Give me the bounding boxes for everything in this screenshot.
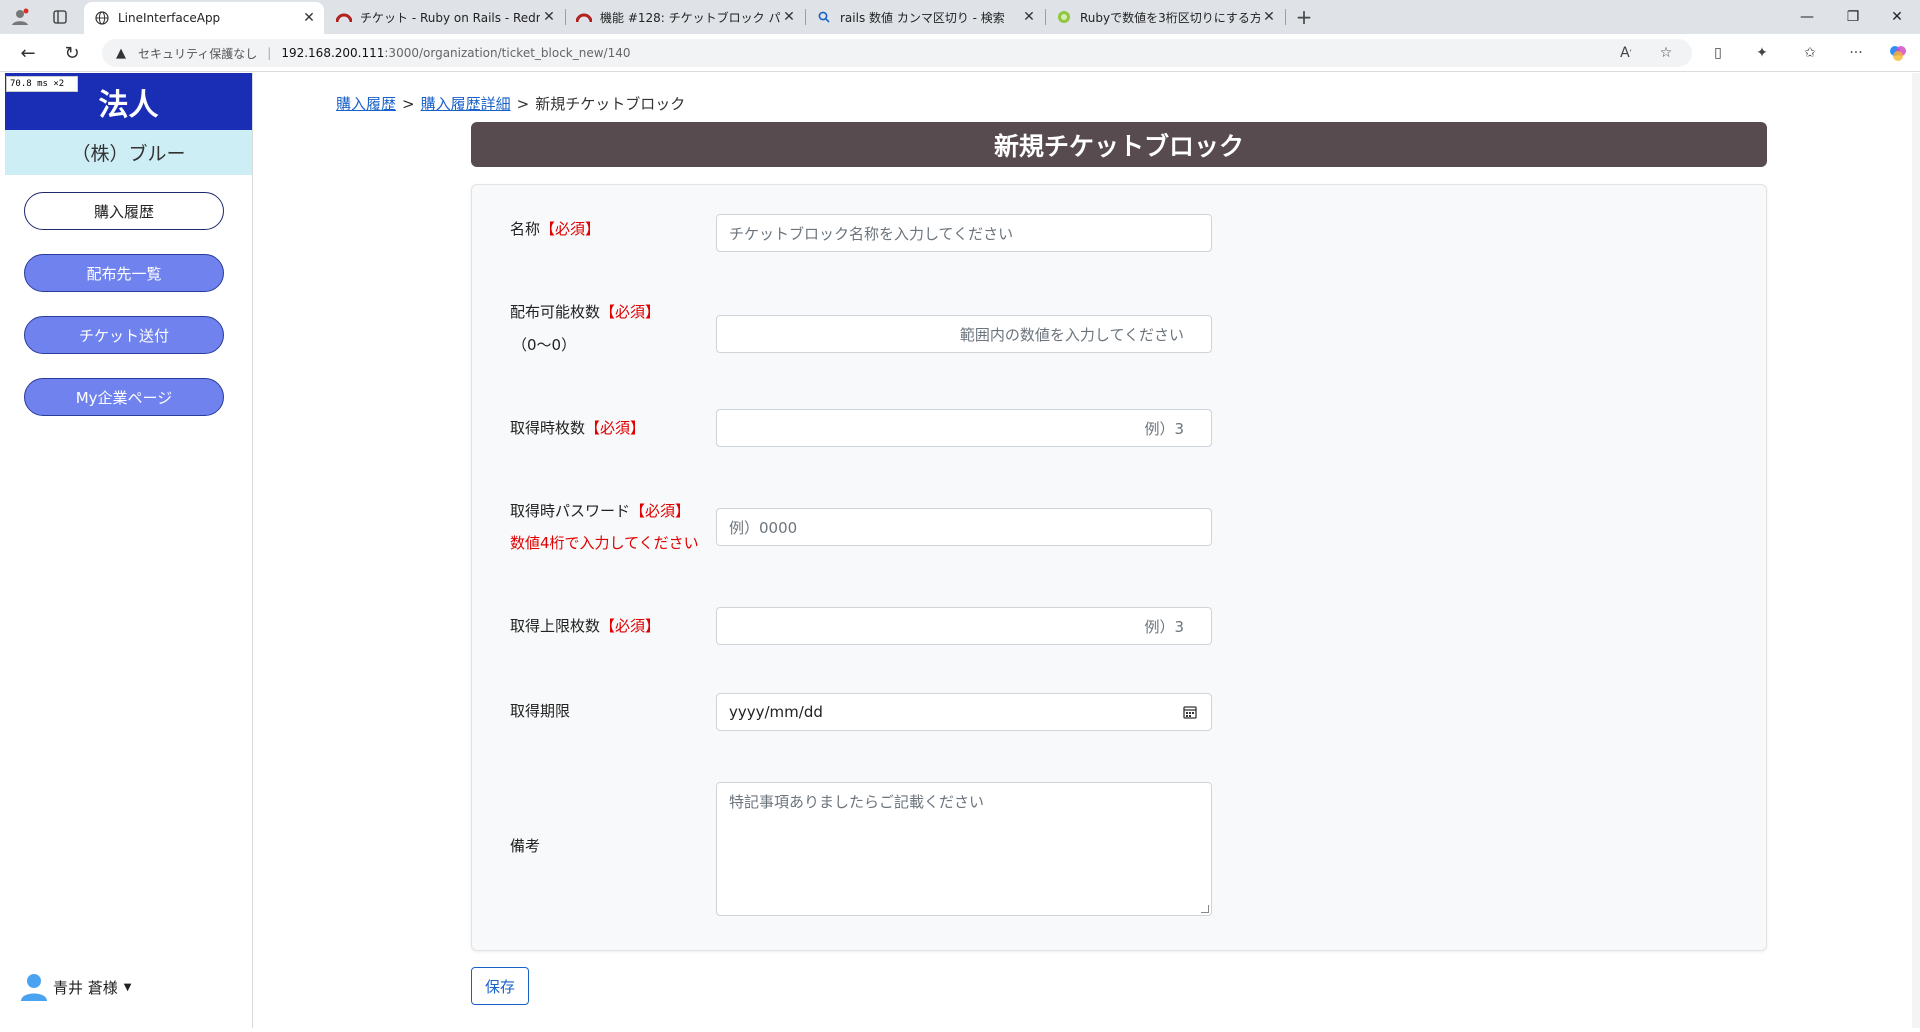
minimize-icon[interactable]: — bbox=[1784, 0, 1830, 34]
extensions-icon[interactable]: ✦ bbox=[1748, 39, 1776, 67]
sidebar-item-my-company[interactable]: My企業ページ bbox=[24, 378, 224, 416]
acquire-count-label-text: 取得時枚数 bbox=[510, 419, 586, 437]
user-name: 青井 蒼様 bbox=[53, 978, 118, 997]
copilot-icon[interactable] bbox=[1884, 39, 1912, 67]
favorite-star-icon[interactable]: ☆ bbox=[1652, 39, 1680, 67]
distributable-input[interactable]: 範囲内の数値を入力してください bbox=[716, 315, 1212, 353]
more-menu-icon[interactable]: ··· bbox=[1842, 39, 1870, 67]
main-content: 購入履歴 > 購入履歴詳細 > 新規チケットブロック 新規チケットブロック 名称【必須】… bbox=[254, 73, 1914, 1028]
restore-icon[interactable]: ❐ bbox=[1830, 0, 1876, 34]
tab-ruby-article[interactable]: Rubyで数値を3桁区切りにする方法 ✕ bbox=[1046, 0, 1284, 34]
calendar-icon[interactable] bbox=[1183, 705, 1197, 719]
page-scrollbar[interactable] bbox=[1912, 73, 1920, 1028]
remarks-label: 備考 bbox=[510, 837, 541, 855]
tab-title: Rubyで数値を3桁区切りにする方法 bbox=[1080, 10, 1260, 25]
save-button[interactable]: 保存 bbox=[471, 967, 529, 1005]
tab-lineinterfaceapp[interactable]: LineInterfaceApp ✕ bbox=[84, 2, 324, 34]
acquire-count-input[interactable]: 例）3 bbox=[716, 409, 1212, 447]
profile-icon[interactable] bbox=[10, 7, 30, 27]
tab-search[interactable]: rails 数値 カンマ区切り - 検索 ✕ bbox=[806, 0, 1044, 34]
remarks-textarea[interactable]: 特記事項ありましたらご記載ください bbox=[716, 782, 1212, 916]
tab-redmine-tickets[interactable]: チケット - Ruby on Rails - Redmine ✕ bbox=[326, 0, 564, 34]
breadcrumb-link-purchase-detail[interactable]: 購入履歴詳細 bbox=[421, 95, 511, 113]
acquire-count-label: 取得時枚数【必須】 bbox=[510, 417, 645, 438]
remarks-placeholder: 特記事項ありましたらご記載ください bbox=[729, 793, 985, 811]
user-menu[interactable]: 青井 蒼様 ▼ bbox=[21, 973, 131, 1001]
password-input[interactable]: 例）0000 bbox=[716, 508, 1212, 546]
deadline-label: 取得期限 bbox=[510, 702, 571, 720]
max-count-label: 取得上限枚数【必須】 bbox=[510, 615, 660, 636]
tab-close-icon[interactable]: ✕ bbox=[1020, 9, 1038, 25]
distributable-label-text: 配布可能枚数 bbox=[510, 303, 601, 321]
tab-close-icon[interactable]: ✕ bbox=[540, 9, 558, 25]
tab-close-icon[interactable]: ✕ bbox=[780, 9, 798, 25]
max-count-input[interactable]: 例）3 bbox=[716, 607, 1212, 645]
required-tag: 【必須】 bbox=[585, 419, 646, 437]
new-tab-icon[interactable]: + bbox=[1294, 5, 1314, 29]
tab-separator bbox=[1285, 9, 1286, 25]
password-label: 取得時パスワード【必須】 bbox=[510, 500, 690, 521]
caret-down-icon: ▼ bbox=[123, 981, 132, 993]
distributable-range: （0〜0） bbox=[512, 336, 577, 354]
redmine-icon bbox=[336, 9, 352, 25]
name-label-text: 名称 bbox=[510, 220, 541, 238]
name-input[interactable]: チケットブロック名称を入力してください bbox=[716, 214, 1212, 252]
breadcrumb-current: 新規チケットブロック bbox=[535, 95, 686, 113]
resize-grip-icon[interactable] bbox=[1201, 905, 1209, 913]
tab-title: チケット - Ruby on Rails - Redmine bbox=[360, 10, 540, 25]
breadcrumb: 購入履歴 > 購入履歴詳細 > 新規チケットブロック bbox=[336, 93, 685, 114]
address-bar[interactable]: ▲ セキュリティ保護なし | 192.168.200.111 :3000/org… bbox=[102, 39, 1692, 67]
reading-view-icon[interactable]: ▯ bbox=[1704, 39, 1732, 67]
required-tag: 【必須】 bbox=[600, 617, 661, 635]
read-aloud-icon[interactable]: Aʹ bbox=[1612, 39, 1640, 67]
tab-title: rails 数値 カンマ区切り - 検索 bbox=[840, 10, 1005, 25]
window-close-icon[interactable]: ✕ bbox=[1874, 0, 1920, 34]
breadcrumb-separator: > bbox=[402, 95, 415, 113]
deadline-value: yyyy/mm/dd bbox=[729, 703, 823, 721]
page-title: 新規チケットブロック bbox=[471, 122, 1767, 167]
ruby-icon bbox=[1056, 9, 1072, 25]
name-label: 名称【必須】 bbox=[510, 218, 600, 239]
tab-close-icon[interactable]: ✕ bbox=[1260, 9, 1278, 25]
url-path: :3000/organization/ticket_block_new/140 bbox=[384, 46, 631, 60]
tab-actions-icon[interactable] bbox=[50, 7, 70, 27]
url-host: 192.168.200.111 bbox=[281, 46, 385, 60]
browser-tab-bar: LineInterfaceApp ✕ チケット - Ruby on Rails … bbox=[0, 0, 1920, 34]
reload-icon[interactable]: ↻ bbox=[58, 41, 86, 65]
url-divider: | bbox=[267, 46, 272, 60]
required-tag: 【必須】 bbox=[540, 220, 601, 238]
tab-title: 機能 #128: チケットブロック パスワード bbox=[600, 10, 780, 25]
warning-icon: ▲ bbox=[116, 45, 126, 61]
browser-toolbar: ← ↻ ▲ セキュリティ保護なし | 192.168.200.111 :3000… bbox=[0, 34, 1920, 72]
back-icon[interactable]: ← bbox=[14, 41, 42, 65]
password-label-text: 取得時パスワード bbox=[510, 502, 631, 520]
perf-overlay: 70.8 ms ×2 bbox=[6, 76, 78, 92]
sidebar-item-distribution-list[interactable]: 配布先一覧 bbox=[24, 254, 224, 292]
max-count-label-text: 取得上限枚数 bbox=[510, 617, 601, 635]
required-tag: 【必須】 bbox=[630, 502, 691, 520]
ticket-block-form: 名称【必須】 チケットブロック名称を入力してください 配布可能枚数【必須】 （0… bbox=[471, 184, 1767, 951]
organization-name: （株）ブルー bbox=[5, 130, 252, 175]
breadcrumb-link-purchase-history[interactable]: 購入履歴 bbox=[336, 95, 396, 113]
globe-icon bbox=[94, 10, 110, 26]
sidebar-item-send-ticket[interactable]: チケット送付 bbox=[24, 316, 224, 354]
required-tag: 【必須】 bbox=[600, 303, 661, 321]
password-note: 数値4桁で入力してください bbox=[510, 534, 699, 552]
sidebar: 法人 （株）ブルー 購入履歴 配布先一覧 チケット送付 My企業ページ 青井 蒼… bbox=[5, 73, 253, 1028]
search-icon bbox=[816, 9, 832, 25]
redmine-icon bbox=[576, 9, 592, 25]
breadcrumb-separator: > bbox=[516, 95, 530, 113]
tab-title: LineInterfaceApp bbox=[118, 11, 221, 25]
user-avatar-icon bbox=[21, 973, 47, 1001]
distributable-label: 配布可能枚数【必須】 bbox=[510, 301, 660, 322]
tab-close-icon[interactable]: ✕ bbox=[300, 10, 318, 26]
tab-redmine-feature[interactable]: 機能 #128: チケットブロック パスワード ✕ bbox=[566, 0, 804, 34]
security-label: セキュリティ保護なし bbox=[138, 46, 258, 61]
favorites-list-icon[interactable]: ✩ bbox=[1796, 39, 1824, 67]
sidebar-item-purchase-history[interactable]: 購入履歴 bbox=[24, 192, 224, 230]
deadline-date-input[interactable]: yyyy/mm/dd bbox=[716, 693, 1212, 731]
